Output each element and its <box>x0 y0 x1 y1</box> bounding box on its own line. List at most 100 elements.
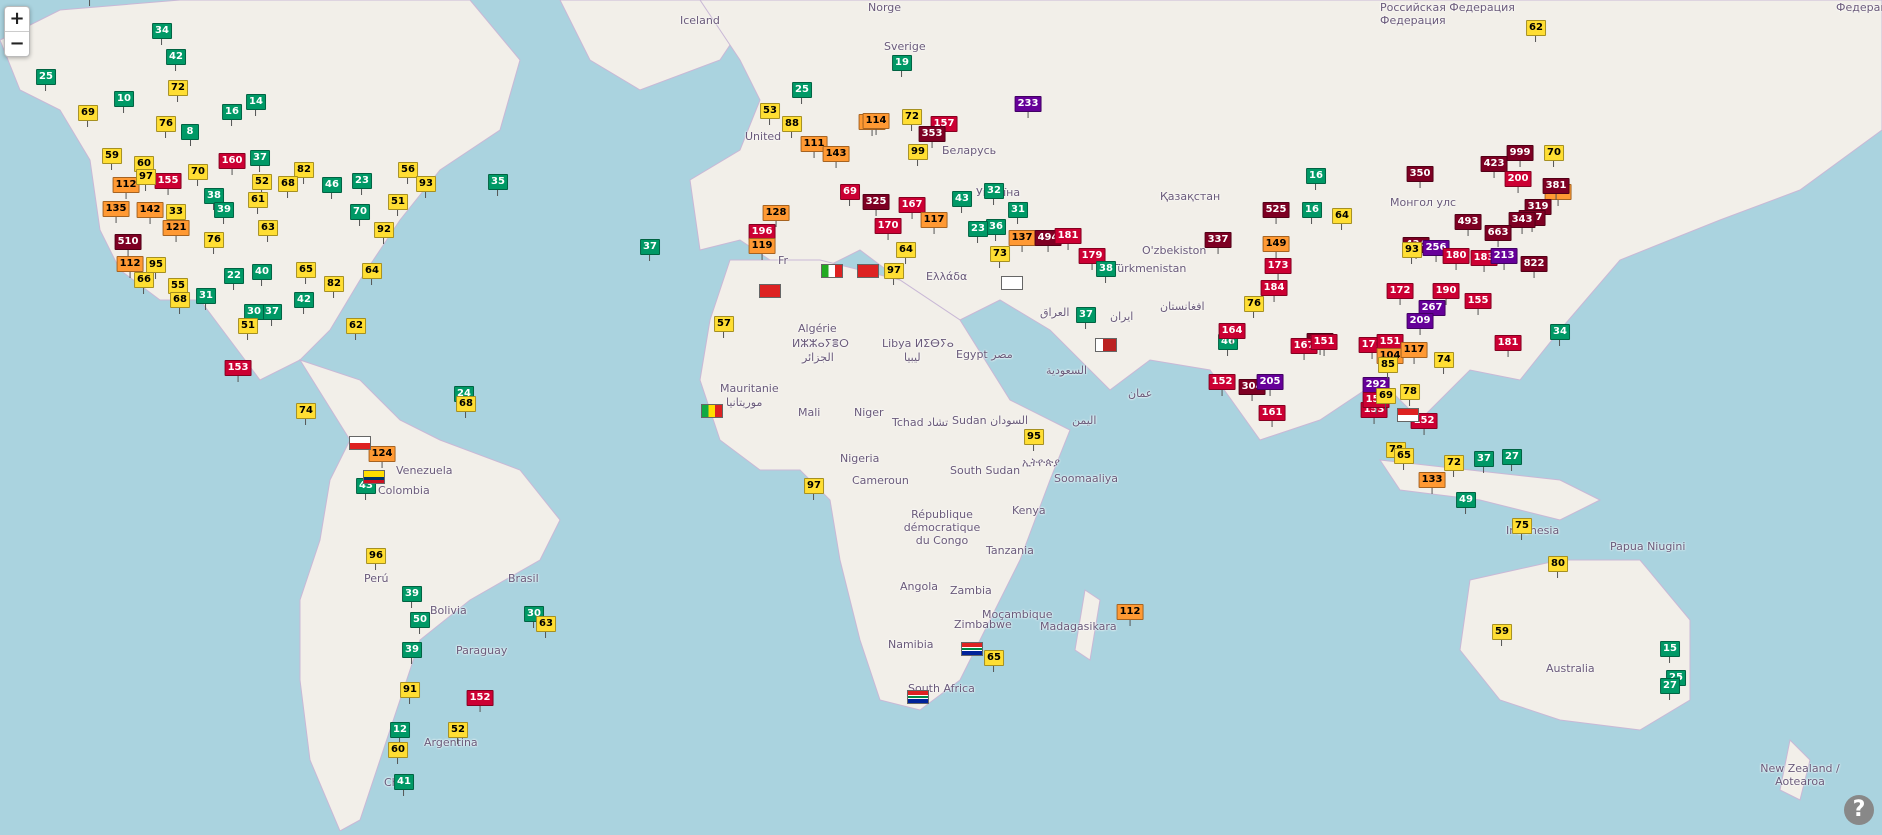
aqi-station-marker[interactable]: 97 <box>884 263 904 285</box>
help-button[interactable]: ? <box>1844 795 1874 825</box>
aqi-station-marker[interactable]: 117 <box>1400 342 1428 364</box>
aqi-station-marker[interactable]: 155 <box>1464 293 1492 315</box>
aqi-station-marker[interactable]: 91 <box>400 682 420 704</box>
aqi-station-marker[interactable]: 62 <box>1526 20 1546 42</box>
aqi-station-marker[interactable]: 25 <box>792 82 812 104</box>
aqi-station-marker[interactable]: 160 <box>218 153 246 175</box>
aqi-station-marker[interactable]: 74 <box>1434 352 1454 374</box>
aqi-station-marker[interactable]: 325 <box>862 194 890 216</box>
aqi-station-marker[interactable]: 49 <box>1456 492 1476 514</box>
aqi-station-marker[interactable]: 27 <box>1660 678 1680 700</box>
flag-marker[interactable] <box>363 470 385 484</box>
flag-marker[interactable] <box>1397 408 1419 422</box>
aqi-station-marker[interactable]: 39 <box>214 202 234 224</box>
aqi-station-marker[interactable]: 25 <box>80 0 100 6</box>
aqi-station-marker[interactable]: 181 <box>1054 228 1082 250</box>
aqi-station-marker[interactable]: 117 <box>920 212 948 234</box>
aqi-station-marker[interactable]: 39 <box>402 586 422 608</box>
aqi-station-marker[interactable]: 510 <box>114 234 142 256</box>
aqi-station-marker[interactable]: 42 <box>166 49 186 71</box>
aqi-station-marker[interactable]: 31 <box>1008 202 1028 224</box>
flag-marker[interactable] <box>907 690 929 704</box>
aqi-station-marker[interactable]: 62 <box>346 318 366 340</box>
aqi-station-marker[interactable]: 31 <box>196 288 216 310</box>
aqi-station-marker[interactable]: 39 <box>402 642 422 664</box>
aqi-station-marker[interactable]: 181 <box>1494 335 1522 357</box>
aqi-station-marker[interactable]: 112 <box>1116 604 1144 626</box>
aqi-station-marker[interactable]: 14 <box>246 94 266 116</box>
aqi-station-marker[interactable]: 25 <box>36 69 56 91</box>
aqi-station-marker[interactable]: 128 <box>762 205 790 227</box>
aqi-station-marker[interactable]: 64 <box>1332 208 1352 230</box>
aqi-station-marker[interactable]: 42 <box>294 292 314 314</box>
aqi-station-marker[interactable]: 75 <box>1512 518 1532 540</box>
aqi-station-marker[interactable]: 65 <box>296 262 316 284</box>
aqi-station-marker[interactable]: 68 <box>456 396 476 418</box>
aqi-station-marker[interactable]: 64 <box>896 242 916 264</box>
aqi-station-marker[interactable]: 68 <box>170 292 190 314</box>
aqi-station-marker[interactable]: 76 <box>204 232 224 254</box>
aqi-station-marker[interactable]: 343 <box>1508 212 1536 234</box>
aqi-station-marker[interactable]: 184 <box>1260 280 1288 302</box>
aqi-station-marker[interactable]: 37 <box>1474 451 1494 473</box>
aqi-station-marker[interactable]: 63 <box>536 616 556 638</box>
aqi-station-marker[interactable]: 209 <box>1406 313 1434 335</box>
aqi-station-marker[interactable]: 337 <box>1204 232 1232 254</box>
aqi-station-marker[interactable]: 53 <box>760 103 780 125</box>
aqi-station-marker[interactable]: 70 <box>188 164 208 186</box>
aqi-station-marker[interactable]: 32 <box>984 183 1004 205</box>
aqi-station-marker[interactable]: 205 <box>1256 374 1284 396</box>
aqi-station-marker[interactable]: 76 <box>1244 296 1264 318</box>
aqi-station-marker[interactable]: 114 <box>862 113 890 135</box>
aqi-station-marker[interactable]: 40 <box>252 264 272 286</box>
aqi-station-marker[interactable]: 38 <box>1096 261 1116 283</box>
aqi-station-marker[interactable]: 73 <box>990 246 1010 268</box>
aqi-station-marker[interactable]: 137 <box>1008 230 1036 252</box>
aqi-station-marker[interactable]: 46 <box>322 177 342 199</box>
aqi-station-marker[interactable]: 56 <box>398 162 418 184</box>
aqi-station-marker[interactable]: 37 <box>1076 307 1096 329</box>
aqi-station-marker[interactable]: 61 <box>248 192 268 214</box>
aqi-station-marker[interactable]: 63 <box>258 220 278 242</box>
aqi-station-marker[interactable]: 15 <box>1660 641 1680 663</box>
aqi-station-marker[interactable]: 96 <box>366 548 386 570</box>
aqi-station-marker[interactable]: 200 <box>1504 171 1532 193</box>
aqi-station-marker[interactable]: 152 <box>1208 374 1236 396</box>
flag-marker[interactable] <box>701 404 723 418</box>
aqi-station-marker[interactable]: 190 <box>1432 283 1460 305</box>
aqi-station-marker[interactable]: 381 <box>1542 178 1570 200</box>
aqi-station-marker[interactable]: 57 <box>714 316 734 338</box>
aqi-station-marker[interactable]: 23 <box>352 173 372 195</box>
zoom-out-button[interactable]: − <box>5 31 29 56</box>
aqi-station-marker[interactable]: 23 <box>968 221 988 243</box>
aqi-station-marker[interactable]: 172 <box>1386 283 1414 305</box>
aqi-station-marker[interactable]: 121 <box>162 220 190 242</box>
aqi-station-marker[interactable]: 52 <box>448 722 468 744</box>
aqi-station-marker[interactable]: 161 <box>1258 405 1286 427</box>
aqi-station-marker[interactable]: 51 <box>388 194 408 216</box>
aqi-station-marker[interactable]: 88 <box>782 116 802 138</box>
flag-marker[interactable] <box>1001 276 1023 290</box>
aqi-station-marker[interactable]: 135 <box>102 201 130 223</box>
aqi-station-marker[interactable]: 34 <box>1550 324 1570 346</box>
aqi-station-marker[interactable]: 43 <box>952 191 972 213</box>
aqi-station-marker[interactable]: 37 <box>262 304 282 326</box>
aqi-station-marker[interactable]: 72 <box>1444 455 1464 477</box>
aqi-station-marker[interactable]: 80 <box>1548 556 1568 578</box>
aqi-station-marker[interactable]: 170 <box>874 218 902 240</box>
flag-marker[interactable] <box>759 284 781 298</box>
aqi-station-marker[interactable]: 50 <box>410 612 430 634</box>
aqi-station-marker[interactable]: 663 <box>1484 225 1512 247</box>
aqi-station-marker[interactable]: 93 <box>416 176 436 198</box>
zoom-in-button[interactable]: + <box>5 7 29 31</box>
aqi-station-marker[interactable]: 51 <box>238 318 258 340</box>
aqi-station-marker[interactable]: 37 <box>640 239 660 261</box>
aqi-station-marker[interactable]: 36 <box>986 219 1006 241</box>
aqi-station-marker[interactable]: 423 <box>1480 156 1508 178</box>
flag-marker[interactable] <box>349 436 371 450</box>
aqi-station-marker[interactable]: 78 <box>1400 384 1420 406</box>
aqi-station-marker[interactable]: 999 <box>1506 145 1534 167</box>
aqi-station-marker[interactable]: 173 <box>1264 258 1292 280</box>
flag-marker[interactable] <box>821 264 843 278</box>
aqi-station-marker[interactable]: 180 <box>1442 248 1470 270</box>
